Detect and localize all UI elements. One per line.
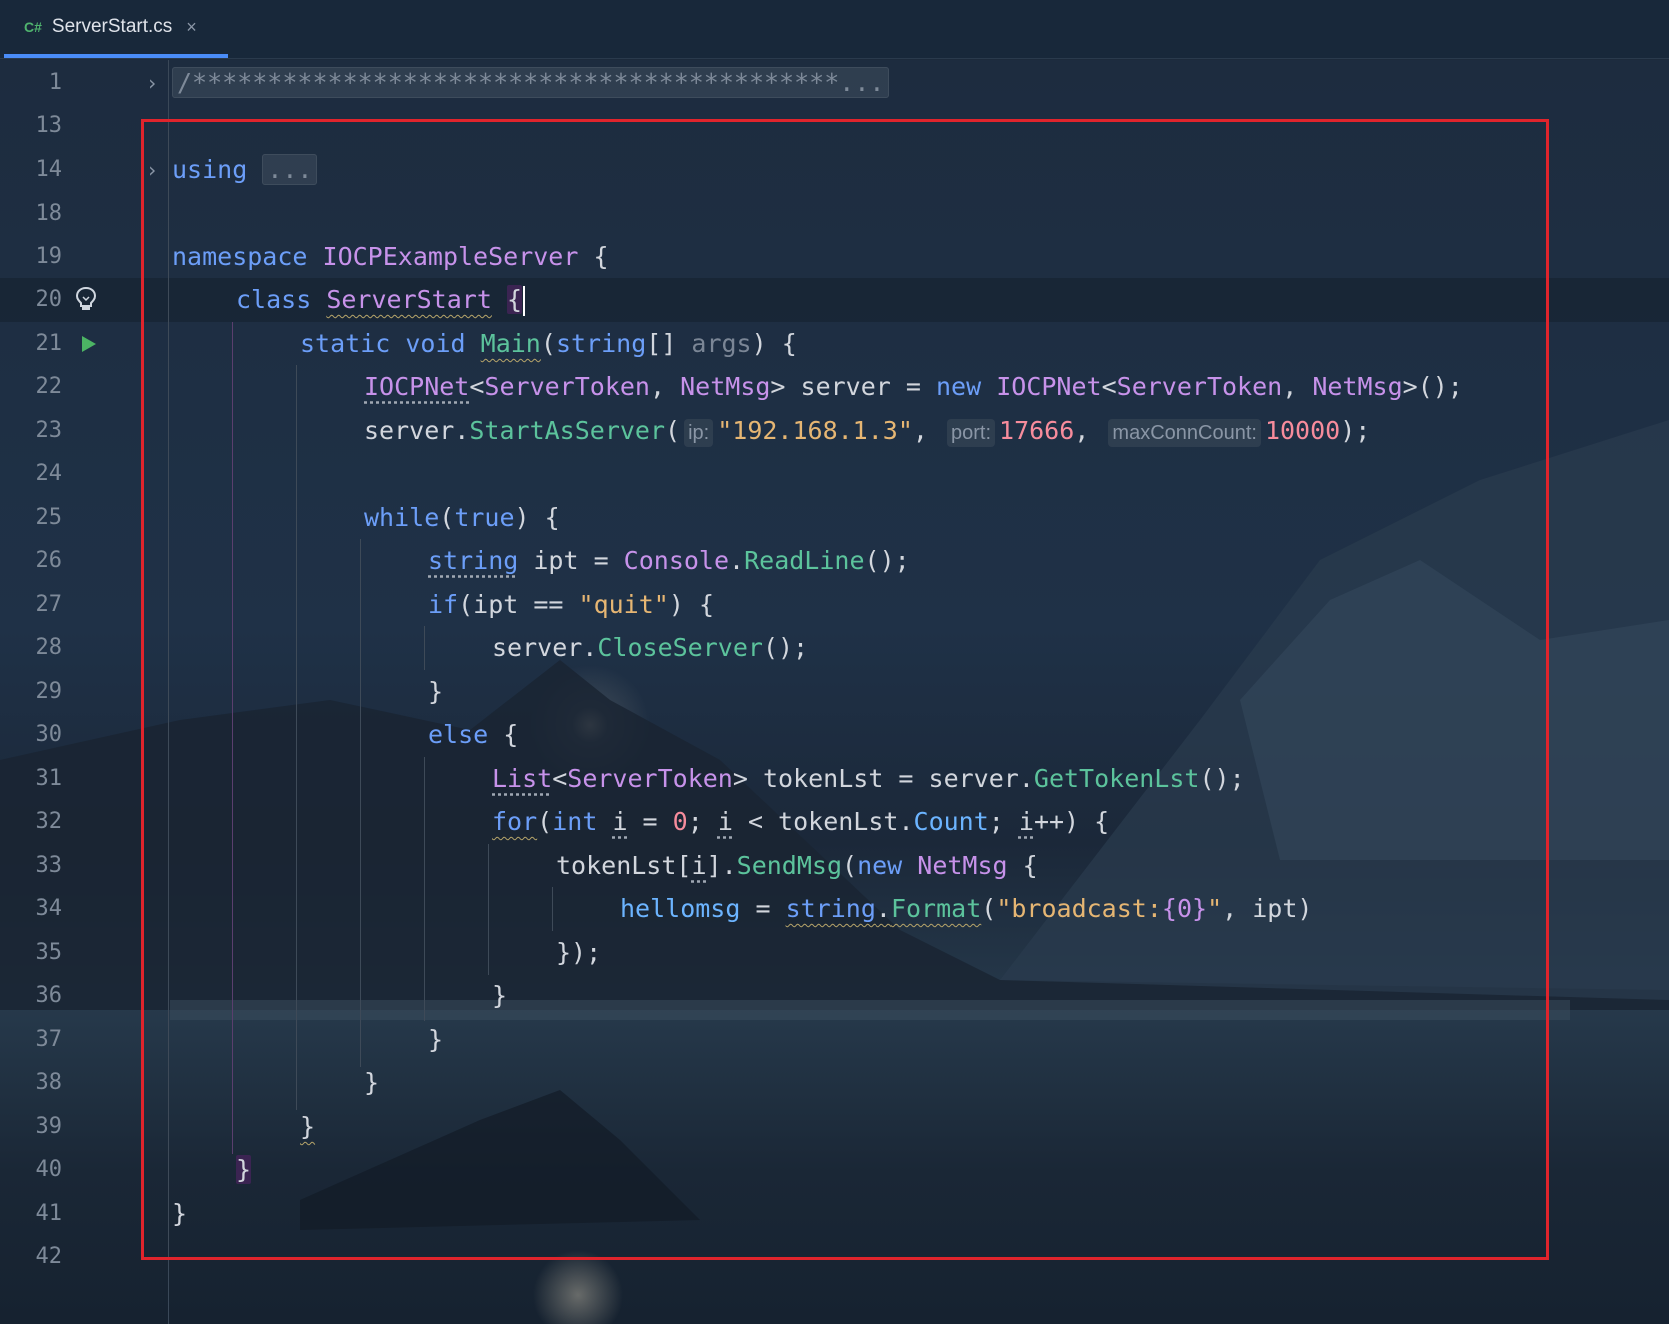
line-number: 40 <box>35 1157 63 1182</box>
line-number: 24 <box>35 461 63 486</box>
line-number: 13 <box>35 113 63 138</box>
line-number: 1 <box>48 70 62 95</box>
lightbulb-icon[interactable] <box>74 285 98 313</box>
line-number: 19 <box>35 244 63 269</box>
line-number: 26 <box>35 548 63 573</box>
line-number: 33 <box>35 853 63 878</box>
line-number: 29 <box>35 679 63 704</box>
line-number: 31 <box>35 766 63 791</box>
line-number: 39 <box>35 1114 63 1139</box>
line-number: 35 <box>35 940 63 965</box>
close-icon[interactable]: × <box>186 17 197 38</box>
tab-title: ServerStart.cs <box>51 16 173 37</box>
line-number: 25 <box>35 505 63 530</box>
line-number: 32 <box>35 809 63 834</box>
tab-serverstart[interactable]: C# ServerStart.cs × <box>4 0 228 58</box>
line-number: 37 <box>35 1027 63 1052</box>
line-number: 14 <box>35 157 63 182</box>
line-number: 22 <box>35 374 63 399</box>
comment-text: /***************************************… <box>177 68 840 97</box>
run-triangle-icon[interactable] <box>80 334 98 354</box>
line-number: 28 <box>35 635 63 660</box>
line-number: 27 <box>35 592 63 617</box>
highlight-rectangle <box>141 119 1549 1260</box>
csharp-file-icon: C# <box>24 19 42 35</box>
line-number: 34 <box>35 896 63 921</box>
line-number: 21 <box>35 331 63 356</box>
line-number: 42 <box>35 1244 63 1269</box>
line-number: 20 <box>35 287 63 312</box>
fold-ellipsis: ... <box>839 68 885 97</box>
line-number: 30 <box>35 722 63 747</box>
line-number: 18 <box>35 201 63 226</box>
chevron-right-icon[interactable]: › <box>146 61 158 105</box>
line-number: 41 <box>35 1201 63 1226</box>
line-number: 23 <box>35 418 63 443</box>
editor-tab-bar: C# ServerStart.cs × <box>0 0 1669 59</box>
line-number: 36 <box>35 983 63 1008</box>
code-line-1[interactable]: /***************************************… <box>172 61 890 105</box>
line-number: 38 <box>35 1070 63 1095</box>
folded-header-comment[interactable]: /***************************************… <box>172 67 890 98</box>
